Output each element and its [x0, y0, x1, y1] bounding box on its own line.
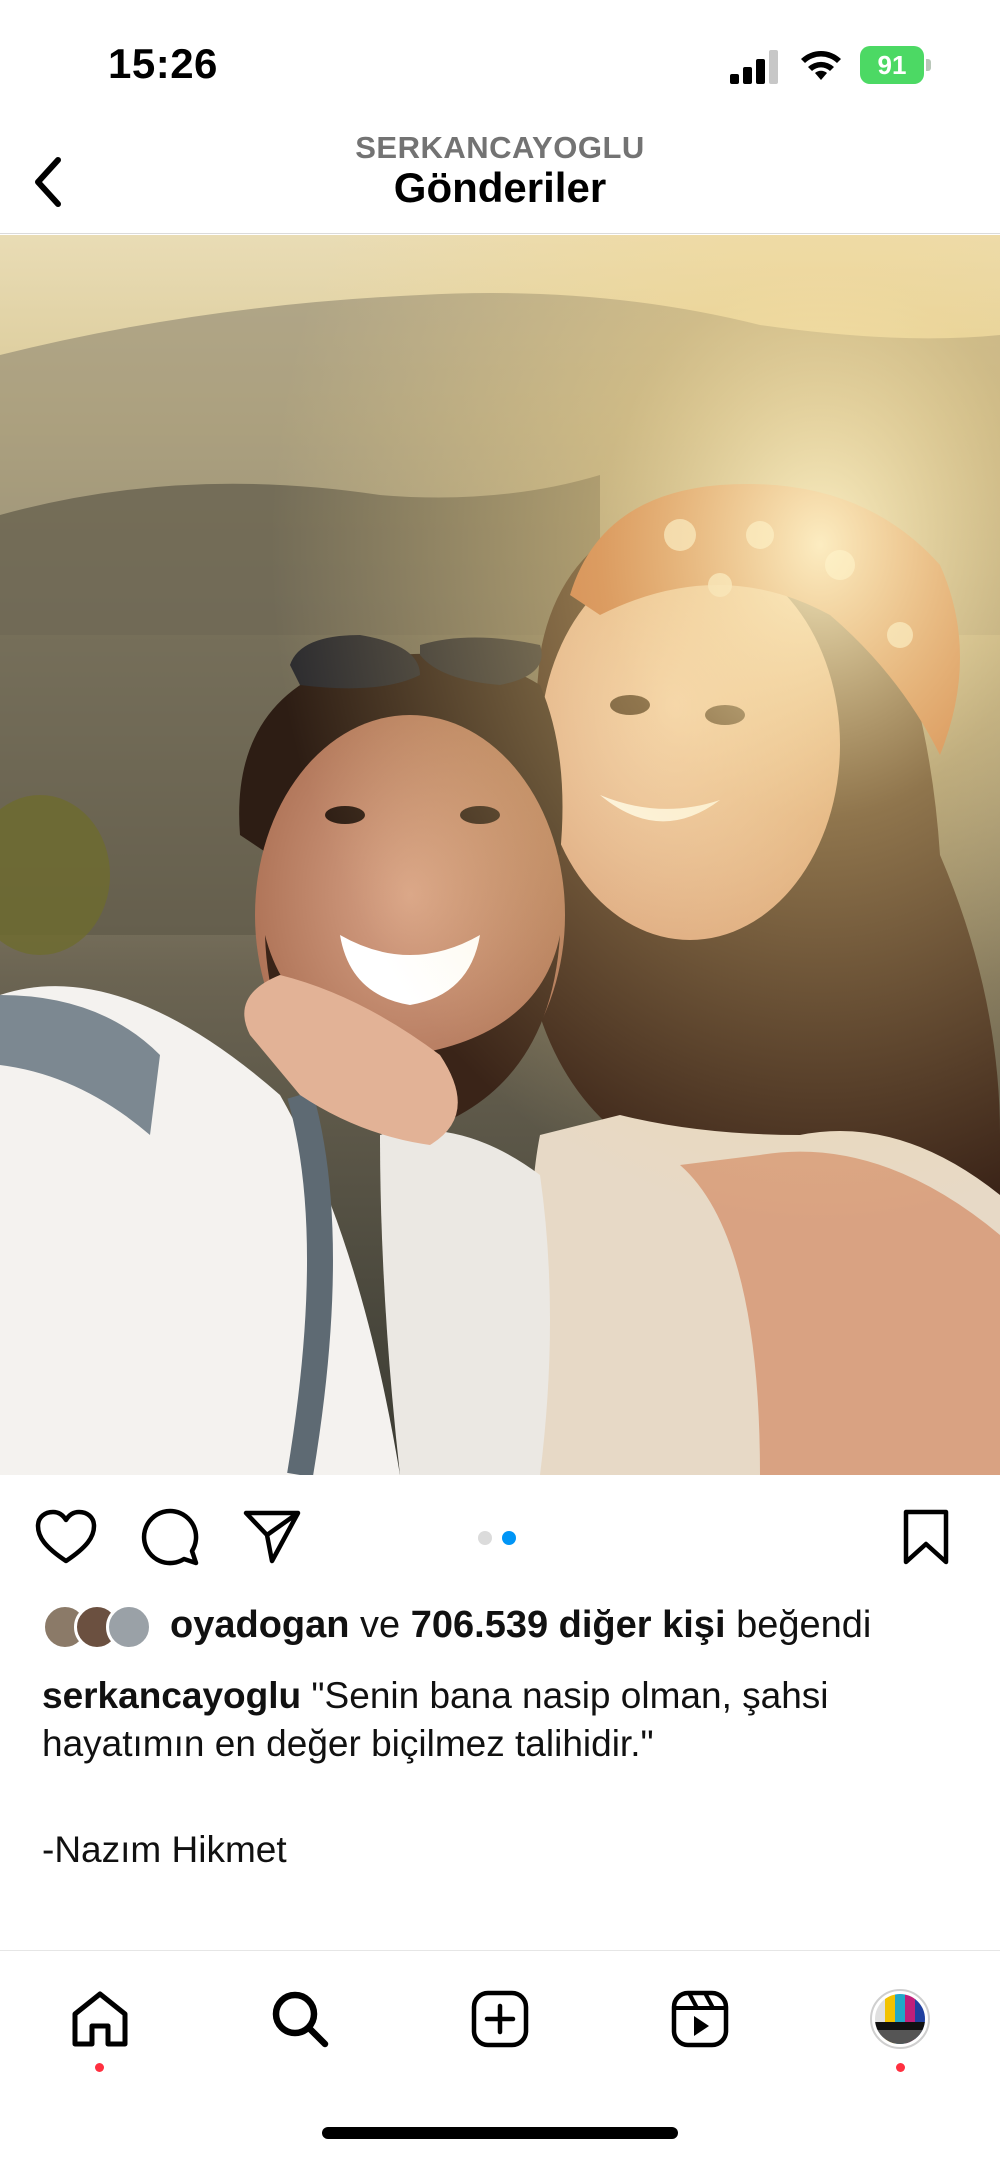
search-icon [272, 1991, 329, 2048]
comment-button[interactable] [138, 1505, 202, 1569]
nav-reels[interactable] [660, 1979, 740, 2059]
comment-icon [141, 1508, 199, 1566]
nav-create[interactable] [460, 1979, 540, 2059]
likes-suffix: beğendi [736, 1604, 872, 1646]
page-title: Gönderiler [393, 164, 607, 211]
post-actions [0, 1475, 1000, 1595]
like-button[interactable] [34, 1505, 98, 1569]
caption-author[interactable]: serkancayoglu [42, 1675, 301, 1716]
create-icon [471, 1990, 529, 2048]
profile-avatar [870, 1989, 930, 2049]
likes-row[interactable]: oyadogan ve 706.539 diğer kişi beğendi [42, 1600, 982, 1656]
battery-level: 91 [877, 50, 907, 80]
bottom-nav [0, 1950, 1000, 2164]
status-bar: 15:26 91 [0, 0, 1000, 130]
carousel-indicator [478, 1531, 522, 1545]
share-icon [243, 1510, 301, 1564]
avatar [106, 1604, 152, 1650]
nav-profile[interactable] [860, 1979, 940, 2059]
heart-icon [35, 1509, 97, 1564]
header-username: SERKANCAYOGLU [355, 130, 645, 165]
likes-count[interactable]: 706.539 diğer kişi [411, 1604, 726, 1646]
notification-dot [896, 2063, 905, 2072]
post-image[interactable] [0, 235, 1000, 1475]
bookmark-icon [903, 1509, 949, 1565]
chevron-left-icon [35, 157, 61, 207]
selfie-photo [0, 235, 1000, 1475]
caption-text: hayatımın en değer biçilmez talihidir." [42, 1723, 654, 1764]
carousel-dot [502, 1531, 516, 1545]
battery-icon: 91 [860, 46, 932, 84]
share-button[interactable] [240, 1505, 304, 1569]
save-button[interactable] [894, 1505, 958, 1569]
reels-icon [671, 1990, 729, 2048]
back-button[interactable] [16, 142, 80, 222]
status-time: 15:26 [108, 40, 218, 87]
nav-search[interactable] [260, 1979, 340, 2059]
nav-home[interactable] [60, 1979, 140, 2059]
liker-username[interactable]: oyadogan [170, 1604, 349, 1646]
liker-avatars [42, 1604, 154, 1652]
home-indicator [322, 2127, 678, 2139]
likes-connector: ve [360, 1604, 401, 1646]
caption-text: -Nazım Hikmet [42, 1829, 287, 1870]
notification-dot [95, 2063, 104, 2072]
carousel-dot [478, 1531, 492, 1545]
caption-text: "Senin bana nasip olman, şahsi [311, 1675, 829, 1716]
header: SERKANCAYOGLU Gönderiler [0, 130, 1000, 234]
caption: serkancayoglu "Senin bana nasip olman, ş… [42, 1672, 972, 1874]
home-icon [72, 1991, 128, 2047]
wifi-icon [801, 51, 841, 80]
likes-text: oyadogan ve 706.539 diğer kişi beğendi [170, 1604, 871, 1647]
signal-icon [730, 50, 778, 84]
